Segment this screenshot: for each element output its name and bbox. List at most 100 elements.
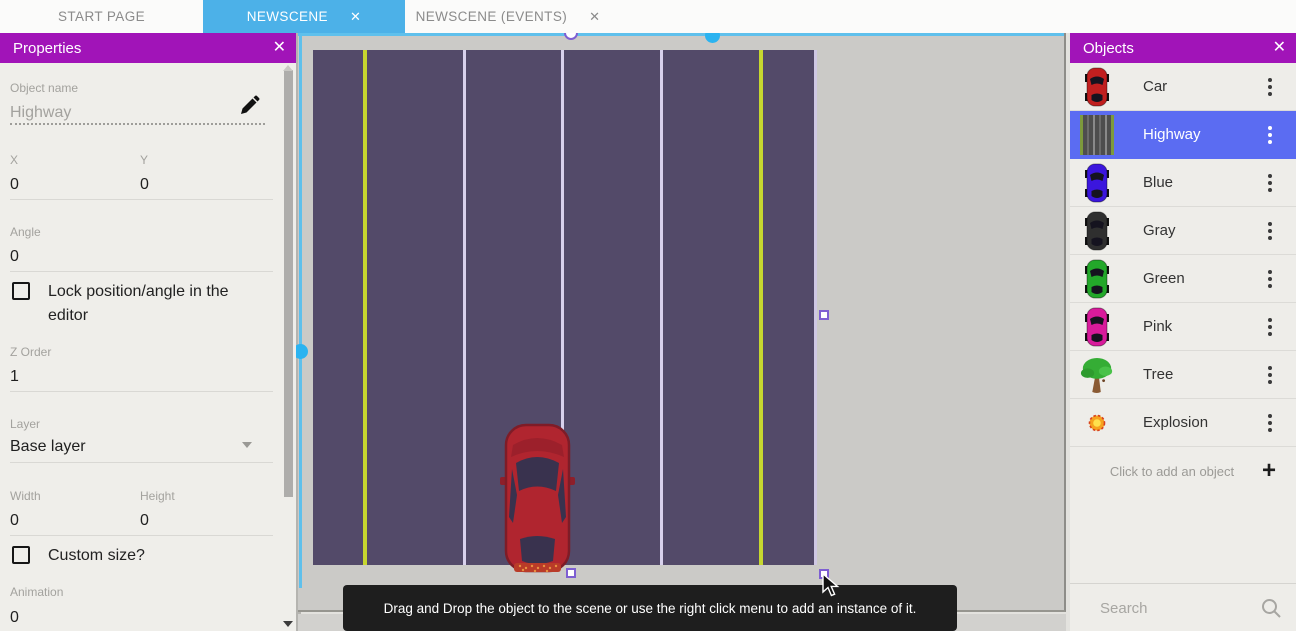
resize-handle-bottom[interactable] [566, 568, 576, 578]
angle-underline [10, 271, 273, 272]
object-icon-wrap [1080, 67, 1114, 107]
xy-underline [10, 199, 273, 200]
properties-panel: Properties ✕ Object name Highway X Y 0 0… [0, 33, 296, 631]
tab-newscene-events-label: NEWSCENE (EVENTS) [416, 9, 568, 24]
car-icon [1085, 163, 1109, 203]
tab-bar: START PAGE NEWSCENE ✕ NEWSCENE (EVENTS) … [0, 0, 1296, 33]
highway-icon [1080, 115, 1114, 155]
object-row-gray[interactable]: Gray [1070, 207, 1296, 255]
object-label: Blue [1143, 174, 1268, 191]
height-value[interactable]: 0 [140, 512, 149, 530]
angle-label: Angle [10, 225, 41, 239]
object-name-underline [10, 109, 265, 125]
car-instance[interactable] [500, 423, 575, 575]
layer-select-value[interactable]: Base layer [10, 438, 86, 456]
tree-icon [1080, 355, 1114, 395]
layer-dropdown-caret-icon[interactable] [242, 442, 252, 448]
width-height-underline [10, 535, 273, 536]
lane-line-yellow-left [363, 50, 367, 565]
lane-line-white-3 [660, 50, 663, 565]
objects-close-icon[interactable]: ✕ [1273, 38, 1286, 58]
tab-newscene-close-icon[interactable]: ✕ [350, 9, 361, 25]
search-icon [1261, 598, 1281, 618]
object-row-pink[interactable]: Pink [1070, 303, 1296, 351]
object-menu-kebab-icon[interactable] [1268, 270, 1272, 288]
tab-newscene-events-close-icon[interactable]: ✕ [589, 9, 600, 25]
resize-handle-right[interactable] [819, 310, 829, 320]
add-object-label: Click to add an object [1070, 464, 1262, 479]
angle-value[interactable]: 0 [10, 248, 19, 266]
animation-value[interactable]: 0 [10, 609, 19, 627]
objects-panel-header: Objects ✕ [1070, 33, 1296, 63]
object-row-tree[interactable]: Tree [1070, 351, 1296, 399]
object-menu-kebab-icon[interactable] [1268, 174, 1272, 192]
vertical-scrollbar[interactable] [299, 33, 302, 588]
properties-scrollbar-thumb[interactable] [284, 70, 293, 497]
object-row-car[interactable]: Car [1070, 63, 1296, 111]
road-right-edge-line [814, 50, 817, 565]
height-label: Height [140, 489, 175, 503]
car-icon [1085, 211, 1109, 251]
object-name-label: Object name [10, 81, 78, 95]
custom-size-label: Custom size? [48, 544, 145, 568]
tab-start-page[interactable]: START PAGE [0, 0, 203, 33]
object-label: Pink [1143, 318, 1268, 335]
tab-newscene-events[interactable]: NEWSCENE (EVENTS) ✕ [405, 0, 611, 33]
object-label: Gray [1143, 222, 1268, 239]
custom-size-checkbox[interactable] [12, 546, 30, 564]
scene-canvas[interactable] [298, 33, 1066, 612]
z-order-value[interactable]: 1 [10, 368, 19, 386]
object-icon-wrap [1080, 211, 1114, 251]
object-icon-wrap [1080, 414, 1114, 432]
object-menu-kebab-icon[interactable] [1268, 126, 1272, 144]
edit-pencil-icon[interactable] [238, 95, 260, 117]
object-label: Highway [1143, 126, 1268, 143]
tab-newscene[interactable]: NEWSCENE ✕ [203, 0, 405, 33]
objects-panel: Objects ✕ Car Highway Blue Gray Green Pi… [1070, 33, 1296, 631]
objects-panel-title: Objects [1083, 40, 1134, 57]
object-row-highway[interactable]: Highway [1070, 111, 1296, 159]
properties-close-icon[interactable]: ✕ [273, 38, 286, 58]
object-menu-kebab-icon[interactable] [1268, 366, 1272, 384]
width-label: Width [10, 489, 41, 503]
y-value[interactable]: 0 [140, 176, 149, 194]
object-menu-kebab-icon[interactable] [1268, 318, 1272, 336]
object-row-blue[interactable]: Blue [1070, 159, 1296, 207]
properties-panel-header: Properties ✕ [0, 33, 296, 63]
object-row-green[interactable]: Green [1070, 255, 1296, 303]
drag-drop-tooltip-text: Drag and Drop the object to the scene or… [384, 601, 917, 616]
object-icon-wrap [1080, 307, 1114, 347]
width-value[interactable]: 0 [10, 512, 19, 530]
tab-start-page-label: START PAGE [58, 9, 145, 24]
x-label: X [10, 153, 18, 167]
z-order-underline [10, 391, 273, 392]
car-icon [1085, 307, 1109, 347]
lock-position-checkbox[interactable] [12, 282, 30, 300]
search-input[interactable] [1100, 596, 1260, 620]
add-object-row[interactable]: Click to add an object + [1070, 447, 1296, 495]
object-label: Car [1143, 78, 1268, 95]
object-menu-kebab-icon[interactable] [1268, 78, 1272, 96]
add-object-plus-icon[interactable]: + [1262, 459, 1276, 483]
animation-label: Animation [10, 585, 63, 599]
object-menu-kebab-icon[interactable] [1268, 222, 1272, 240]
search-bar [1070, 583, 1296, 631]
objects-list: Car Highway Blue Gray Green Pink Tree Ex… [1070, 63, 1296, 495]
object-icon-wrap [1080, 163, 1114, 203]
y-label: Y [140, 153, 148, 167]
scroll-up-icon[interactable] [283, 65, 293, 71]
object-menu-kebab-icon[interactable] [1268, 414, 1272, 432]
x-value[interactable]: 0 [10, 176, 19, 194]
lane-line-white-1 [463, 50, 466, 565]
layer-underline [10, 462, 273, 463]
car-icon [1085, 259, 1109, 299]
object-icon-wrap [1080, 259, 1114, 299]
object-row-explosion[interactable]: Explosion [1070, 399, 1296, 447]
explosion-icon [1088, 414, 1106, 432]
object-label: Explosion [1143, 414, 1268, 431]
drag-drop-tooltip: Drag and Drop the object to the scene or… [343, 585, 957, 631]
scroll-down-icon[interactable] [283, 621, 293, 627]
horizontal-scrollbar[interactable] [298, 33, 1064, 36]
layer-label: Layer [10, 417, 40, 431]
object-label: Green [1143, 270, 1268, 287]
